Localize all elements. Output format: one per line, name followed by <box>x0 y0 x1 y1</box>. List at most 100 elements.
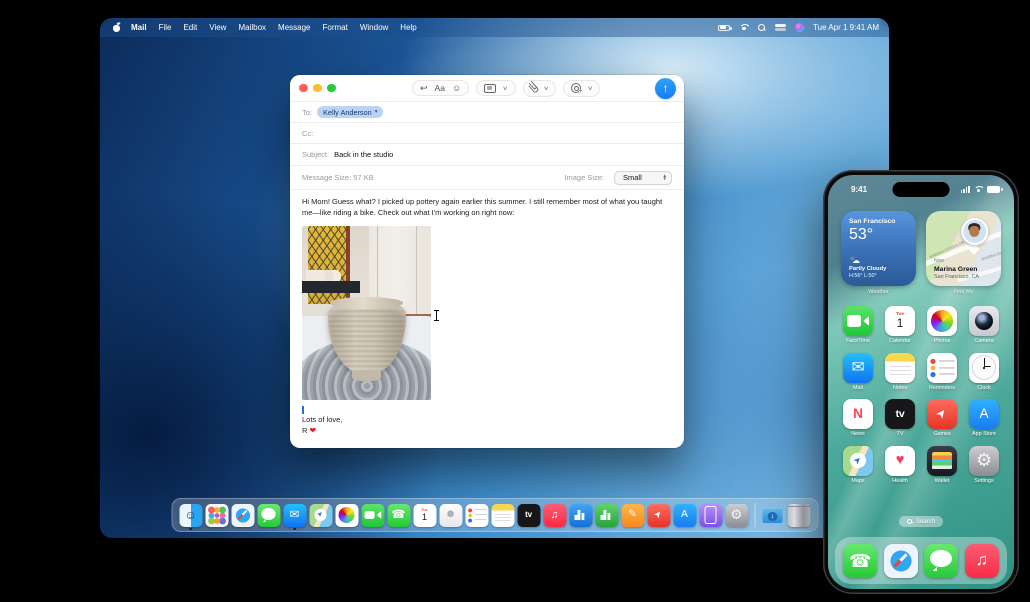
notes-icon[interactable] <box>491 503 514 527</box>
wifi-icon[interactable] <box>739 23 752 32</box>
safari-icon[interactable] <box>231 503 254 527</box>
battery-icon[interactable] <box>718 24 732 31</box>
app-store-icon[interactable] <box>673 503 696 527</box>
settings-icon[interactable] <box>969 445 999 476</box>
health-icon[interactable] <box>885 445 915 476</box>
iphone-app-notes[interactable]: Notes <box>879 352 921 391</box>
messages-icon[interactable] <box>257 503 280 527</box>
reminders-icon[interactable] <box>465 503 488 527</box>
mail-icon[interactable] <box>843 352 873 383</box>
dock-app-launchpad[interactable] <box>205 503 228 527</box>
dock-app-mail[interactable] <box>283 503 306 527</box>
iphone-app-news[interactable]: News <box>837 399 879 437</box>
dock-app-numbers[interactable] <box>595 503 618 527</box>
mail-icon[interactable] <box>283 503 306 527</box>
menu-item-edit[interactable]: Edit <box>177 23 203 32</box>
iphone-app-health[interactable]: Health <box>879 445 921 484</box>
dock-app-games[interactable] <box>647 503 670 527</box>
iphone-app-facetime[interactable]: FaceTime <box>837 306 879 344</box>
menu-item-file[interactable]: File <box>153 23 178 32</box>
dock-app-settings[interactable] <box>725 503 748 527</box>
contacts-icon[interactable] <box>439 503 462 527</box>
pages-icon[interactable] <box>621 503 644 527</box>
control-center-icon[interactable] <box>775 24 787 31</box>
spotlight-icon[interactable] <box>758 23 766 32</box>
dock-app-notes[interactable] <box>491 503 514 527</box>
apple-menu-icon[interactable] <box>112 23 121 33</box>
dock-app-tv[interactable] <box>517 503 540 527</box>
iphone-mirroring-icon[interactable] <box>699 503 722 527</box>
format-icon[interactable]: Aa <box>435 84 445 93</box>
weather-widget[interactable]: San Francisco 53° ☼ ☁ Partly Cloudy H:56°… <box>841 211 916 286</box>
downloads-icon[interactable] <box>761 504 784 527</box>
dock-app-phone[interactable] <box>387 503 410 527</box>
menu-item-format[interactable]: Format <box>317 23 354 32</box>
close-button[interactable] <box>299 83 308 93</box>
keynote-icon[interactable] <box>569 503 592 527</box>
cc-field-row[interactable]: Cc: <box>290 123 684 144</box>
safari-icon[interactable] <box>883 543 918 578</box>
dock-app-contacts[interactable] <box>439 503 462 527</box>
iphone-app-app-store[interactable]: App Store <box>963 399 1005 437</box>
iphone-app-maps[interactable]: Maps <box>837 445 879 484</box>
games-icon[interactable] <box>647 503 670 527</box>
iphone-dock-messages[interactable] <box>924 543 959 578</box>
facetime-icon[interactable] <box>843 306 873 336</box>
menu-item-window[interactable]: Window <box>354 23 394 32</box>
wallet-icon[interactable] <box>927 445 957 476</box>
news-icon[interactable] <box>843 399 873 429</box>
iphone-app-games[interactable]: Games <box>921 399 963 437</box>
iphone-dock-safari[interactable] <box>883 543 918 578</box>
music-icon[interactable] <box>964 543 999 578</box>
calendar-icon[interactable]: Tue 1 <box>885 306 915 336</box>
dock-trash[interactable] <box>787 503 810 527</box>
menu-item-help[interactable]: Help <box>394 23 422 32</box>
attachment-icon[interactable] <box>527 82 540 94</box>
iphone-app-wallet[interactable]: Wallet <box>921 445 963 484</box>
dock-app-reminders[interactable] <box>465 503 488 527</box>
menu-item-message[interactable]: Message <box>272 23 316 32</box>
dock-app-pages[interactable] <box>621 503 644 527</box>
dock-downloads[interactable] <box>761 504 784 527</box>
dock-app-keynote[interactable] <box>569 503 592 527</box>
menu-bar-clock[interactable]: Tue Apr 1 9:41 AM <box>813 23 879 32</box>
messages-icon[interactable] <box>924 543 959 578</box>
tv-icon[interactable] <box>517 503 540 527</box>
dock-app-iphone-mirroring[interactable] <box>699 503 722 527</box>
dock-app-finder[interactable] <box>179 503 202 527</box>
maps-icon[interactable] <box>309 503 332 527</box>
media-browser-icon[interactable] <box>484 83 497 93</box>
iphone-dock-music[interactable] <box>964 543 999 578</box>
iphone-app-reminders[interactable]: Reminders <box>921 352 963 391</box>
subject-field-row[interactable]: Subject: Back in the studio <box>290 144 684 166</box>
photos-icon[interactable] <box>335 503 358 527</box>
undo-icon[interactable]: ↩ <box>420 83 428 93</box>
zoom-button[interactable] <box>327 83 336 93</box>
app-store-icon[interactable] <box>969 399 999 429</box>
iphone-app-clock[interactable]: Clock <box>963 352 1005 391</box>
minimize-button[interactable] <box>313 83 322 93</box>
trash-icon[interactable] <box>787 503 810 527</box>
games-icon[interactable] <box>927 399 957 429</box>
message-body[interactable]: Hi Mom! Guess what? I picked up pottery … <box>290 190 684 437</box>
facetime-icon[interactable] <box>361 503 384 527</box>
numbers-icon[interactable] <box>595 503 618 527</box>
launchpad-icon[interactable] <box>205 503 228 527</box>
notes-icon[interactable] <box>885 352 915 383</box>
clock-icon[interactable] <box>969 352 999 383</box>
iphone-app-settings[interactable]: Settings <box>963 445 1005 484</box>
dock-app-app-store[interactable] <box>673 503 696 527</box>
to-field-row[interactable]: To: Kelly Anderson ▾ <box>290 102 684 123</box>
dock-app-safari[interactable] <box>231 503 254 527</box>
findmy-widget[interactable]: MARINA GREEN DR MARINA BLV Now Marina Gr… <box>926 211 1001 286</box>
iphone-app-camera[interactable]: Camera <box>963 306 1005 344</box>
iphone-app-photos[interactable]: Photos <box>921 306 963 344</box>
phone-icon[interactable] <box>843 543 878 578</box>
iphone-app-tv[interactable]: TV <box>879 399 921 437</box>
phone-icon[interactable] <box>387 503 410 527</box>
settings-icon[interactable] <box>725 503 748 527</box>
maps-icon[interactable] <box>843 445 873 476</box>
dock-app-music[interactable] <box>543 503 566 527</box>
iphone-app-mail[interactable]: Mail <box>837 352 879 391</box>
dock-app-photos[interactable] <box>335 503 358 527</box>
